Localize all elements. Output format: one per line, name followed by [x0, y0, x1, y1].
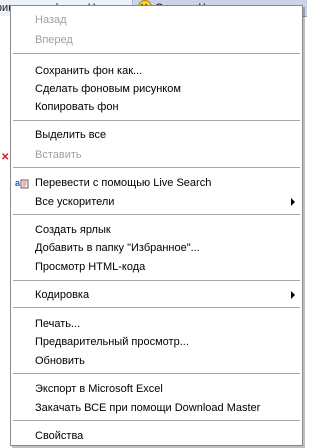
- live-search-translate-icon: a: [15, 178, 29, 189]
- broken-image-icon: ✕: [1, 152, 10, 163]
- menu-item-forward: Вперед: [35, 34, 73, 46]
- menu-item-accelerators[interactable]: Все ускорители: [11, 193, 302, 211]
- menu-item-create-shortcut[interactable]: Создать ярлык: [11, 221, 302, 239]
- page-background-strip: [0, 16, 10, 448]
- menu-item-view-source[interactable]: Просмотр HTML-кода: [11, 258, 302, 276]
- menu-item-save-background[interactable]: Сохранить фон как...: [11, 62, 302, 80]
- menu-separator: [13, 53, 300, 54]
- menu-separator: [13, 120, 300, 121]
- menu-item-encoding[interactable]: Кодировка: [11, 286, 302, 304]
- menu-separator: [13, 167, 300, 168]
- menu-item-set-wallpaper[interactable]: Сделать фоновым рисунком: [11, 80, 302, 98]
- context-menu: Назад Вперед Сохранить фон как... Сделат…: [10, 5, 303, 446]
- menu-item-add-favorites[interactable]: Добавить в папку "Избранное"...: [11, 239, 302, 257]
- menu-item-export-excel[interactable]: Экспорт в Microsoft Excel: [11, 380, 302, 398]
- menu-separator: [13, 280, 300, 281]
- menu-item-download-master[interactable]: Закачать ВСЕ при помощи Download Master: [11, 399, 302, 417]
- submenu-arrow-icon: [291, 198, 295, 206]
- menu-separator: [13, 307, 300, 308]
- menu-item-encoding-label: Кодировка: [35, 289, 90, 301]
- menu-item-print[interactable]: Печать...: [11, 315, 302, 333]
- submenu-arrow-icon: [291, 291, 295, 299]
- svg-text:a: a: [15, 178, 21, 188]
- menu-item-translate[interactable]: a Перевести с помощью Live Search: [11, 174, 302, 192]
- menu-item-refresh[interactable]: Обновить: [11, 352, 302, 370]
- menu-separator: [13, 214, 300, 215]
- menu-item-paste: Вставить: [35, 149, 82, 161]
- menu-item-accelerators-label: Все ускорители: [35, 196, 115, 208]
- menu-item-properties[interactable]: Свойства: [11, 427, 302, 445]
- menu-item-select-all[interactable]: Выделить все: [11, 126, 302, 144]
- menu-item-back: Назад: [35, 14, 67, 26]
- menu-separator: [13, 373, 300, 374]
- menu-item-print-preview[interactable]: Предварительный просмотр...: [11, 333, 302, 351]
- menu-separator: [13, 420, 300, 421]
- menu-item-copy-background[interactable]: Копировать фон: [11, 98, 302, 116]
- menu-item-translate-label: Перевести с помощью Live Search: [35, 177, 212, 189]
